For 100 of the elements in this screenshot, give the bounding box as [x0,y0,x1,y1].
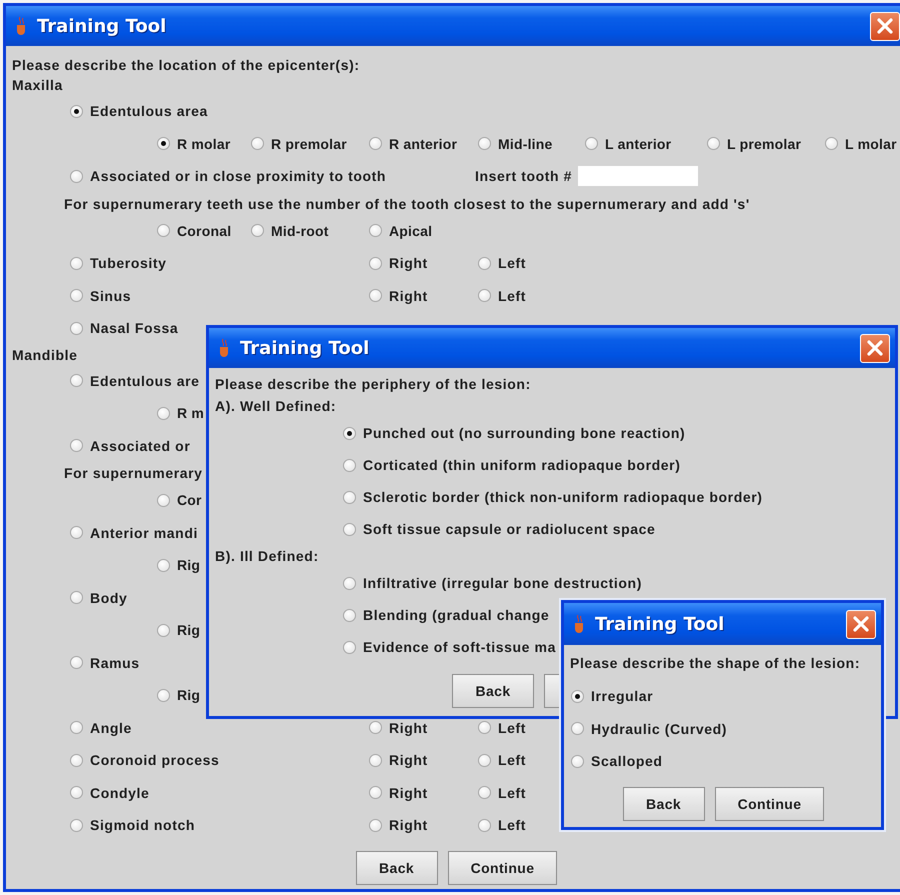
option-label[interactable]: Punched out (no surrounding bone reaction) [363,425,686,441]
radio-button[interactable] [343,490,356,504]
option-label[interactable]: Cor [177,492,202,508]
radio-button[interactable] [251,137,264,150]
option-label[interactable]: Scalloped [591,753,663,770]
option-label[interactable]: Edentulous area [90,103,208,120]
option-label[interactable]: Right [389,817,428,834]
radio-button[interactable] [70,591,83,604]
radio-button[interactable] [157,224,170,238]
radio-button[interactable] [70,256,83,270]
option-label[interactable]: Right [389,720,428,736]
option-label[interactable]: Rig [177,557,200,574]
option-label[interactable]: Associated or in close proximity to tooth [90,168,386,184]
radio-button[interactable] [157,406,170,420]
back-button[interactable]: Back [356,850,438,884]
radio-button[interactable] [478,137,491,150]
option-label[interactable]: Coronoid process [90,752,220,768]
option-label[interactable]: Right [389,255,428,272]
radio-button[interactable] [70,818,83,832]
option-label[interactable]: Left [498,255,526,272]
radio-button[interactable] [157,494,170,507]
radio-button[interactable] [70,754,83,767]
option-label[interactable]: Ramus [90,654,140,671]
radio-button[interactable] [707,137,720,150]
radio-button[interactable] [369,137,382,150]
radio-button[interactable] [70,526,83,540]
radio-button[interactable] [369,721,382,734]
option-label[interactable]: Coronal [177,222,232,239]
radio-button[interactable] [70,721,83,734]
option-label[interactable]: L premolar [727,136,802,152]
option-label[interactable]: Rig [177,622,200,638]
radio-button[interactable] [571,722,584,736]
radio-button[interactable] [70,170,83,183]
option-label[interactable]: Irregular [591,688,654,704]
option-label[interactable]: Left [498,817,526,834]
option-label[interactable]: L molar [845,136,897,152]
radio-button[interactable] [343,458,356,472]
radio-button[interactable] [369,786,382,800]
radio-button[interactable] [157,558,170,572]
option-label[interactable]: Sclerotic border (thick non-uniform radiopaque border) [363,489,763,505]
option-label[interactable]: Mid-line [498,136,552,152]
option-label[interactable]: Condyle [90,784,150,801]
radio-button[interactable] [157,688,170,702]
radio-button[interactable] [251,224,264,238]
radio-button[interactable] [70,104,83,118]
option-label[interactable]: R molar [177,136,231,152]
option-label[interactable]: Sinus [90,288,132,304]
radio-button[interactable] [70,322,83,335]
tooth-input-field[interactable] [578,166,698,186]
radio-button[interactable] [369,224,382,238]
option-label[interactable]: L anterior [605,136,672,152]
radio-button[interactable] [70,289,83,302]
option-label[interactable]: Edentulous are [90,372,200,389]
radio-button[interactable] [369,754,382,767]
option-label[interactable]: Right [389,752,428,768]
radio-button[interactable] [571,754,584,768]
option-label[interactable]: Nasal Fossa [90,320,178,336]
radio-button[interactable] [478,256,491,270]
option-label[interactable]: Body [90,590,128,606]
radio-button[interactable] [478,786,491,800]
option-label[interactable]: Left [498,288,526,304]
radio-button[interactable] [70,656,83,670]
option-label[interactable]: Angle [90,720,132,736]
option-label[interactable]: Left [498,720,526,736]
radio-button[interactable] [70,374,83,388]
option-label[interactable]: Left [498,784,526,801]
radio-button[interactable] [369,256,382,270]
radio-button[interactable] [70,439,83,452]
option-label[interactable]: Associated or [90,438,190,454]
radio-button[interactable] [571,690,584,703]
option-label[interactable]: Corticated (thin uniform radiopaque border) [363,457,680,473]
option-label[interactable]: R anterior [389,136,458,152]
radio-button[interactable] [157,624,170,637]
continue-button[interactable]: Continue [448,850,558,884]
radio-button[interactable] [343,640,356,654]
back-button[interactable]: Back [622,786,705,820]
radio-button[interactable] [478,289,491,302]
option-label[interactable]: Tuberosity [90,255,167,272]
radio-button[interactable] [478,721,491,734]
radio-button[interactable] [343,522,356,536]
option-label[interactable]: Right [389,784,428,801]
radio-button[interactable] [369,818,382,832]
radio-button[interactable] [343,608,356,622]
option-label[interactable]: Rig [177,687,200,704]
close-button[interactable] [870,12,900,40]
radio-button[interactable] [478,818,491,832]
option-label[interactable]: Right [389,288,428,304]
option-label[interactable]: Left [498,752,526,768]
radio-button[interactable] [369,289,382,302]
option-label[interactable]: Apical [389,222,432,239]
close-button[interactable] [860,334,890,362]
option-label[interactable]: Hydraulic (Curved) [591,720,728,737]
option-label[interactable]: R premolar [271,136,347,152]
option-label[interactable]: Blending (gradual change [363,607,550,623]
option-label[interactable]: Anterior mandi [90,524,198,541]
back-button[interactable]: Back [452,674,534,708]
option-label[interactable]: Evidence of soft-tissue ma [363,639,556,655]
radio-button[interactable] [157,137,170,150]
button[interactable] [544,674,560,708]
radio-button[interactable] [70,786,83,800]
